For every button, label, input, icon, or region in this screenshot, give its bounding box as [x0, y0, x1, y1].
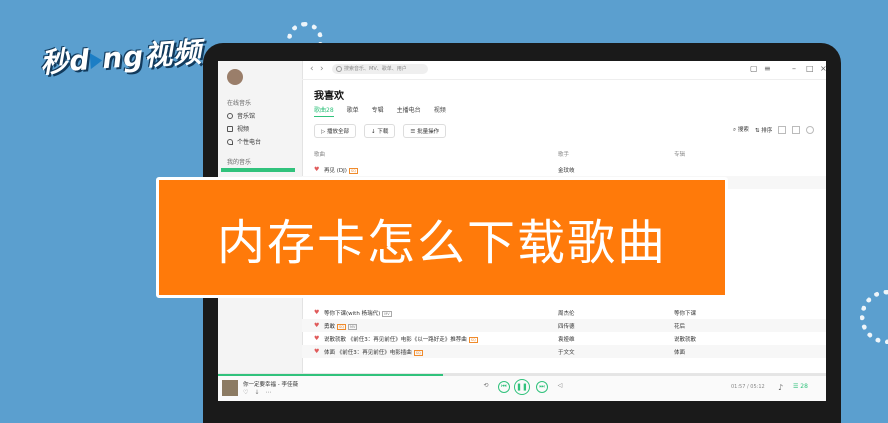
table-row[interactable]: ♥ 勇敢 SQ MV 四传德 花后: [302, 319, 826, 332]
download-icon[interactable]: ↓: [254, 389, 259, 396]
column-singer[interactable]: 歌手: [558, 150, 569, 158]
search-input[interactable]: 搜索音乐、MV、歌单、用户: [332, 64, 428, 74]
next-button[interactable]: ⏭: [536, 381, 548, 393]
brand-logo: 秒d ng视频: [39, 35, 204, 80]
singer-name[interactable]: 周杰伦: [558, 309, 575, 317]
song-title: 体面 《前任3：再见前任》电影插曲: [324, 350, 412, 356]
video-icon: [227, 125, 233, 132]
tab-albums[interactable]: 专辑: [372, 105, 384, 117]
repeat-icon[interactable]: ⟲: [480, 381, 492, 393]
like-icon[interactable]: ♡: [243, 389, 248, 396]
table-row[interactable]: ♥ 再见 (DJ) SQ 金玟岐: [302, 163, 826, 176]
sidebar-item-favorites-highlight[interactable]: [221, 168, 295, 172]
album-cover[interactable]: [222, 380, 238, 396]
more-icon[interactable]: ⋯: [265, 389, 271, 396]
tab-bar: 歌曲28 歌单 专辑 主播电台 视频: [314, 105, 446, 117]
playlist-count[interactable]: ☰ 28: [793, 383, 808, 390]
download-button[interactable]: ↓ 下载: [364, 124, 396, 138]
singer-name[interactable]: 金玟岐: [558, 166, 575, 174]
song-title: 再见 (DJ): [324, 168, 347, 174]
sidebar-item-label: 个性电台: [237, 139, 262, 146]
sidebar-section-mine: 我的音乐: [227, 159, 252, 166]
sidebar-item-label: 视频: [237, 126, 250, 133]
singer-name[interactable]: 于文文: [558, 348, 575, 356]
song-title: 说散就散 《前任3：再见前任》电影《以一路好走》推荐曲: [324, 337, 467, 343]
loading-spinner-icon: [860, 290, 888, 344]
minimize-icon[interactable]: –: [792, 64, 796, 73]
search-icon: [336, 66, 342, 72]
list-view-icon[interactable]: [778, 125, 787, 134]
tab-songs[interactable]: 歌曲28: [314, 105, 334, 117]
sq-badge: SQ: [348, 167, 358, 174]
sidebar-item-music-hall[interactable]: 音乐馆: [227, 111, 255, 120]
sidebar-item-label: 音乐馆: [237, 113, 256, 120]
volume-icon[interactable]: ◁: [554, 381, 566, 393]
mv-badge: MV: [382, 310, 392, 317]
progress-bar[interactable]: [218, 374, 826, 376]
album-name[interactable]: 等你下课: [674, 309, 696, 317]
skin-icon[interactable]: ▢: [750, 64, 758, 73]
toolbar: ▷ 播放全部 ↓ 下载 ☰ 批量操作: [314, 124, 447, 138]
play-time: 01:57 / 05:12: [731, 384, 765, 390]
heart-icon[interactable]: ♥: [314, 322, 319, 329]
song-title: 勇敢: [324, 324, 336, 330]
heart-icon[interactable]: ♥: [314, 348, 319, 355]
player-actions: ♡ ↓ ⋯: [243, 389, 271, 396]
page-title: 我喜欢: [314, 91, 344, 102]
refresh-icon[interactable]: [806, 125, 815, 134]
progress-fill: [218, 374, 443, 376]
maximize-icon[interactable]: □: [806, 64, 814, 73]
album-name[interactable]: 说散就散: [674, 335, 696, 343]
mv-badge: MV: [348, 323, 358, 330]
grid-view-icon[interactable]: [792, 125, 801, 134]
album-name[interactable]: 体面: [674, 348, 685, 356]
search-list-button[interactable]: ⌕ 搜索: [733, 125, 749, 134]
batch-operation-button[interactable]: ☰ 批量操作: [403, 124, 447, 138]
sq-badge: SQ: [413, 349, 423, 356]
close-icon[interactable]: ×: [820, 64, 826, 73]
lyrics-icon[interactable]: ♪: [778, 383, 783, 392]
table-row[interactable]: ♥ 等你下课(with 杨瑞代) MV 周杰伦 等你下课: [302, 306, 826, 319]
sidebar-item-video[interactable]: 视频: [227, 124, 249, 133]
sort-button[interactable]: ⇅ 排序: [755, 126, 772, 134]
back-icon[interactable]: ‹: [310, 64, 314, 74]
table-row[interactable]: ♥ 说散就散 《前任3：再见前任》电影《以一路好走》推荐曲 SQ 袁娅维 说散就散: [302, 332, 826, 345]
sq-badge: SQ: [468, 336, 478, 343]
sq-badge: SQ: [337, 323, 346, 330]
radio-icon: [227, 138, 233, 145]
player-bar: 你一定要幸福 - 李佳薇 ♡ ↓ ⋯ ⟲ ⏮ ❚❚ ⏭ ◁ 01:57 / 05…: [218, 373, 826, 401]
song-title: 等你下课(with 杨瑞代): [324, 311, 381, 317]
search-placeholder: 搜索音乐、MV、歌单、用户: [344, 66, 407, 72]
heart-icon[interactable]: ♥: [314, 166, 319, 173]
tab-playlists[interactable]: 歌单: [347, 105, 359, 117]
previous-button[interactable]: ⏮: [498, 381, 510, 393]
forward-icon[interactable]: ›: [320, 64, 324, 74]
tab-radio[interactable]: 主播电台: [397, 105, 421, 117]
now-playing[interactable]: 你一定要幸福 - 李佳薇: [243, 380, 298, 388]
right-tools: ⌕ 搜索 ⇅ 排序: [733, 125, 815, 134]
title-banner: 内存卡怎么下载歌曲: [156, 177, 728, 298]
music-hall-icon: [227, 112, 233, 119]
column-album[interactable]: 专辑: [674, 150, 685, 158]
singer-name[interactable]: 袁娅维: [558, 335, 575, 343]
avatar[interactable]: [227, 69, 243, 85]
top-bar: ‹ › 搜索音乐、MV、歌单、用户 ▢ ≡ – □ ×: [302, 61, 826, 80]
column-song[interactable]: 歌曲: [314, 150, 325, 158]
table-row[interactable]: ♥ 体面 《前任3：再见前任》电影插曲 SQ 于文文 体面: [302, 345, 826, 358]
settings-icon[interactable]: ≡: [764, 64, 771, 73]
heart-icon[interactable]: ♥: [314, 309, 319, 316]
pause-button[interactable]: ❚❚: [514, 379, 530, 395]
tab-videos[interactable]: 视频: [434, 105, 446, 117]
singer-name[interactable]: 四传德: [558, 322, 575, 330]
sidebar-item-radio[interactable]: 个性电台: [227, 137, 261, 146]
sidebar-section-online: 在线音乐: [227, 100, 252, 107]
heart-icon[interactable]: ♥: [314, 335, 319, 342]
album-name[interactable]: 花后: [674, 322, 685, 330]
banner-title: 内存卡怎么下载歌曲: [216, 214, 667, 271]
play-all-button[interactable]: ▷ 播放全部: [314, 124, 356, 138]
